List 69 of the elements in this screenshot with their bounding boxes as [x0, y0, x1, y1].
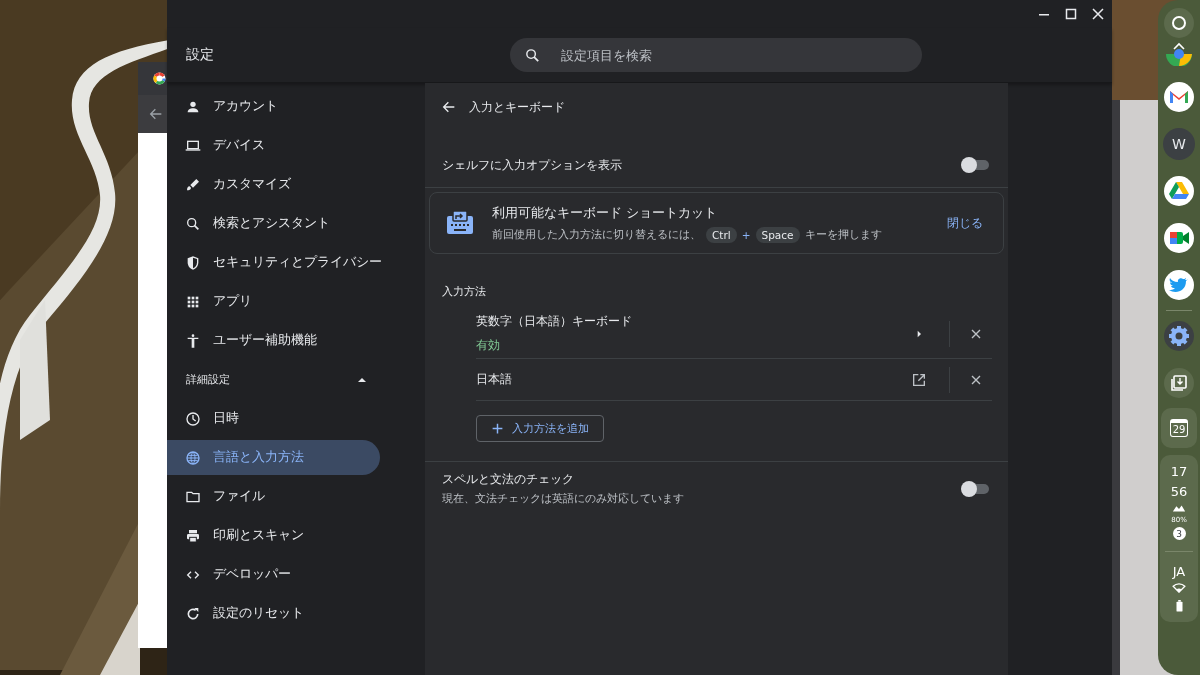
caret-icon — [358, 377, 366, 382]
plus-icon — [491, 422, 504, 435]
card-title: 利用可能なキーボード ショートカット — [492, 203, 719, 222]
setting-description: 現在、文法チェックは英語にのみ対応しています — [442, 491, 684, 506]
gear-app-icon[interactable] — [1163, 320, 1195, 352]
tray-icon — [1172, 503, 1186, 513]
card-text: キーを押します — [804, 227, 882, 242]
reset-icon — [185, 605, 201, 622]
window-title: 設定 — [185, 46, 215, 64]
clock-icon — [185, 410, 201, 427]
globe-icon — [185, 449, 201, 466]
section-heading: 入力方法 — [442, 284, 487, 299]
sidebar-item[interactable]: 日時 — [167, 401, 380, 436]
ime-indicator: JA — [1172, 563, 1186, 580]
accessibility-icon — [185, 332, 201, 349]
page-title: 入力とキーボード — [469, 98, 565, 116]
bird-app-icon[interactable] — [1163, 269, 1195, 301]
printer-icon — [185, 527, 201, 544]
calendar-button[interactable]: 29 — [1161, 408, 1197, 448]
key-chip: Space — [755, 226, 800, 243]
launcher-icon[interactable] — [1163, 7, 1195, 39]
drive-app-icon[interactable] — [1163, 175, 1195, 207]
clock-digits: 56 — [1170, 483, 1188, 500]
search-bar[interactable]: 設定項目を検索 — [510, 38, 922, 72]
setting-label: スペルと文法のチェック — [442, 472, 575, 487]
key-chip: Ctrl — [706, 226, 737, 243]
back-arrow-icon[interactable] — [441, 99, 457, 115]
sidebar-item[interactable]: デバイス — [167, 128, 380, 163]
sidebar-item[interactable]: ユーザー補助機能 — [167, 323, 380, 358]
video-app-icon[interactable] — [1163, 222, 1195, 254]
brush-icon — [185, 176, 201, 193]
search-icon — [524, 46, 541, 64]
multicolor-ring-icon — [152, 71, 167, 86]
search-input[interactable]: 設定項目を検索 — [559, 46, 908, 64]
clock-digits: 17 — [1170, 463, 1188, 480]
setting-label: シェルフに入力オプションを表示 — [442, 157, 622, 173]
close-link[interactable]: 閉じる — [943, 211, 987, 235]
wifi-icon — [1172, 583, 1186, 593]
plus-sign: + — [741, 228, 751, 241]
battery-icon — [1175, 600, 1183, 612]
sidebar-item[interactable]: デベロッパー — [167, 557, 380, 592]
sidebar-item[interactable]: アカウント — [167, 89, 380, 124]
toggle-switch[interactable] — [961, 481, 989, 497]
external-link-icon[interactable] — [911, 371, 927, 388]
sidebar-item[interactable]: カスタマイズ — [167, 167, 380, 202]
mail-app-icon[interactable] — [1163, 81, 1195, 113]
calendar-date: 29 — [1169, 419, 1189, 437]
chevron-up-icon[interactable] — [1173, 42, 1185, 50]
maximize-icon[interactable] — [1063, 6, 1079, 22]
tote-icon[interactable] — [1163, 367, 1195, 399]
status-text: 有効 — [476, 337, 501, 354]
sidebar-item[interactable]: 設定のリセット — [167, 596, 380, 631]
sidebar-item[interactable]: アプリ — [167, 284, 380, 319]
sidebar-item[interactable]: 言語と入力方法 — [167, 440, 380, 475]
notification-count: 3 — [1172, 527, 1186, 540]
add-input-method-button[interactable]: 入力方法を追加 — [476, 415, 604, 442]
sidebar-item[interactable]: セキュリティとプライバシー — [167, 245, 394, 280]
shield-icon — [185, 254, 201, 271]
input-method-name: 英数字（日本語）キーボード — [476, 313, 633, 330]
advanced-section-header[interactable]: 詳細設定 — [167, 362, 380, 397]
sidebar-item[interactable]: ファイル — [167, 479, 380, 514]
close-icon[interactable] — [1090, 6, 1106, 22]
input-method-name: 日本語 — [476, 371, 513, 388]
sidebar-item[interactable]: 検索とアシスタント — [167, 206, 380, 241]
card-text: 前回使用した入力方法に切り替えるには、 — [492, 227, 701, 242]
sidebar-item[interactable]: 印刷とスキャン — [167, 518, 380, 553]
search-icon — [185, 215, 201, 232]
avatar[interactable]: W — [1163, 128, 1195, 160]
toggle-switch[interactable] — [961, 157, 989, 173]
